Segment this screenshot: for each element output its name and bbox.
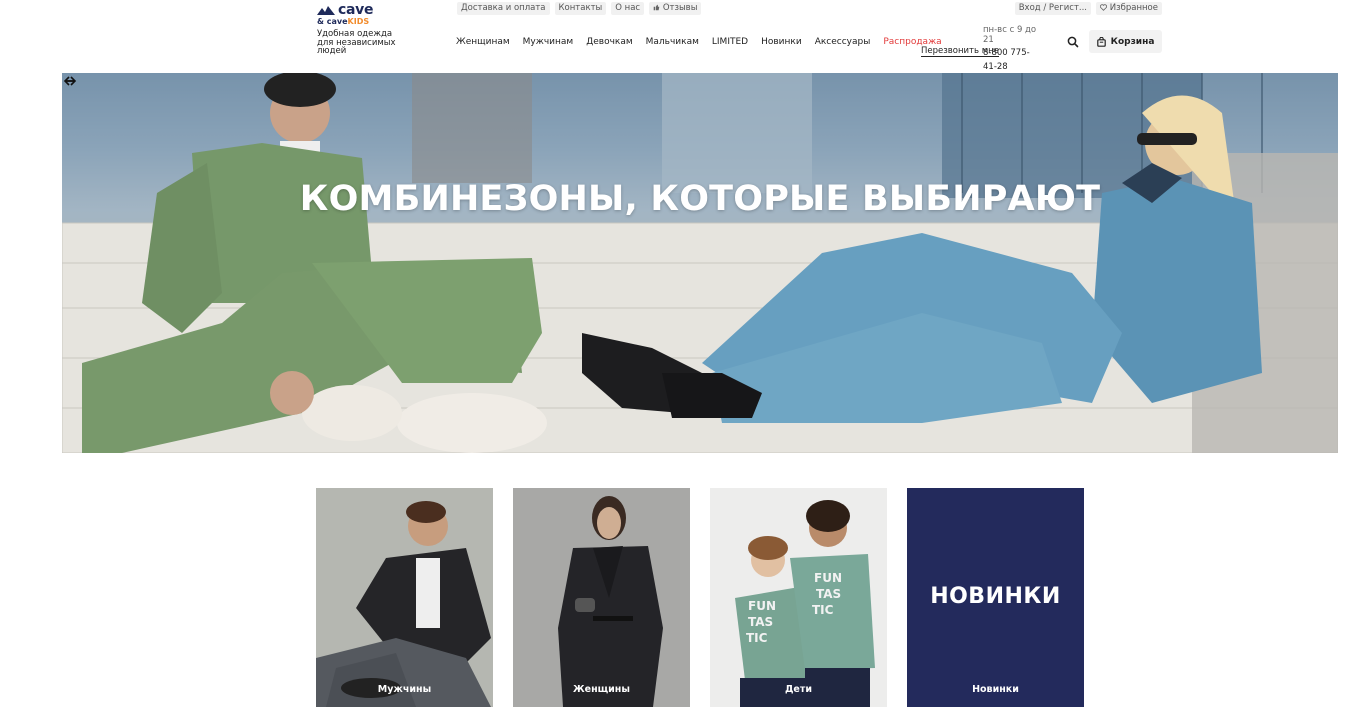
category-label-new: Новинки <box>972 684 1019 695</box>
category-tile-kids[interactable]: FUN TAS TIC FUN TAS TIC Дети <box>710 488 887 707</box>
cart-bag-icon <box>1096 36 1106 47</box>
nav-men[interactable]: Мужчинам <box>523 36 574 48</box>
logo-text: cave <box>338 2 374 18</box>
nav-limited[interactable]: LIMITED <box>712 36 748 48</box>
nav-new[interactable]: Новинки <box>761 36 802 48</box>
nav-women[interactable]: Женщинам <box>456 36 510 48</box>
hero-photo <box>62 73 1338 453</box>
topnav-reviews-label: Отзывы <box>662 3 698 13</box>
svg-text:TAS: TAS <box>748 615 773 629</box>
logo-sub-prefix: & cave <box>317 17 348 26</box>
category-new-title: НОВИНКИ <box>930 584 1061 609</box>
svg-text:TAS: TAS <box>816 587 841 601</box>
heart-icon <box>1099 4 1108 11</box>
category-men-photo <box>316 488 493 707</box>
svg-text:FUN: FUN <box>748 599 776 613</box>
thumbs-up-icon <box>653 4 660 11</box>
topnav-delivery[interactable]: Доставка и оплата <box>457 2 550 15</box>
logo-kids: KIDS <box>347 17 370 26</box>
tagline: Удобная одежда для независимых людей <box>317 29 396 56</box>
topnav-reviews[interactable]: Отзывы <box>649 2 702 15</box>
nav-accessories[interactable]: Аксессуары <box>815 36 871 48</box>
category-women-photo <box>513 488 690 707</box>
hero-banner[interactable]: КОМБИНЕЗОНЫ, КОТОРЫЕ ВЫБИРАЮТ <box>62 73 1338 453</box>
login-link[interactable]: Вход / Регист... <box>1014 2 1092 15</box>
category-label-men: Мужчины <box>377 684 432 695</box>
topnav-contacts[interactable]: Контакты <box>554 2 607 15</box>
callback-link[interactable]: Перезвонить мне <box>921 46 999 57</box>
logo-subtext: & caveKIDS <box>317 17 397 26</box>
favorites-label: Избранное <box>1109 3 1158 13</box>
page: cave & caveKIDS Удобная одежда для незав… <box>0 0 1360 717</box>
topnav-about[interactable]: О нас <box>611 2 645 15</box>
category-tile-new[interactable]: НОВИНКИ Новинки <box>907 488 1084 707</box>
category-kids-photo: FUN TAS TIC FUN TAS TIC <box>710 488 887 707</box>
svg-text:FUN: FUN <box>814 571 842 585</box>
working-hours: пн-вс с 9 до 21 <box>983 25 1037 45</box>
mountain-logo-icon <box>317 6 335 15</box>
arrow-right-icon[interactable] <box>62 73 78 89</box>
category-tiles: Мужчины Женщины FUN TAS TIC FUN TAS TIC … <box>316 488 1084 707</box>
main-nav: Женщинам Мужчинам Девочкам Мальчикам LIM… <box>456 36 942 48</box>
top-nav: Доставка и оплата Контакты О нас Отзывы <box>457 2 702 15</box>
category-tile-women[interactable]: Женщины <box>513 488 690 707</box>
category-tile-men[interactable]: Мужчины <box>316 488 493 707</box>
hero-title: КОМБИНЕЗОНЫ, КОТОРЫЕ ВЫБИРАЮТ <box>299 179 1101 219</box>
nav-boys[interactable]: Мальчикам <box>646 36 699 48</box>
account-nav: Вход / Регист... Избранное <box>1014 2 1162 15</box>
search-icon[interactable] <box>1066 35 1080 49</box>
nav-girls[interactable]: Девочкам <box>586 36 632 48</box>
svg-text:TIC: TIC <box>746 631 768 645</box>
logo[interactable]: cave & caveKIDS <box>317 3 397 26</box>
svg-text:TIC: TIC <box>812 603 834 617</box>
favorites-link[interactable]: Избранное <box>1096 2 1162 15</box>
category-label-women: Женщины <box>573 684 630 695</box>
category-label-kids: Дети <box>784 684 813 695</box>
cart-label: Корзина <box>1110 36 1155 47</box>
cart-button[interactable]: Корзина <box>1089 30 1162 53</box>
